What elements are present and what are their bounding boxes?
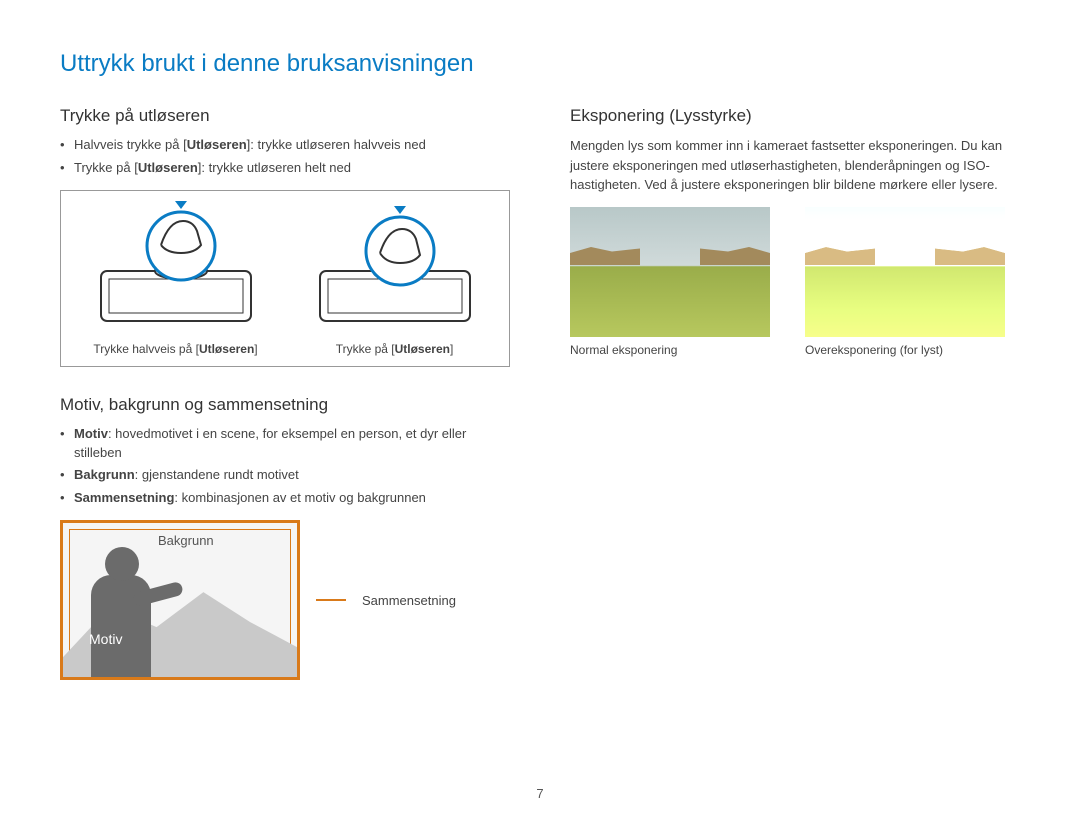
shutter-full-press-icon: [310, 201, 480, 331]
list-item: Bakgrunn: gjenstandene rundt motivet: [60, 466, 510, 485]
section-heading-shutter: Trykke på utløseren: [60, 106, 510, 126]
label-motiv: Motiv: [89, 631, 122, 647]
composition-diagram-row: Bakgrunn Motiv Sammensetning: [60, 520, 510, 680]
bold-term: Bakgrunn: [74, 467, 135, 482]
shutter-full-press-figure: Trykke på [Utløseren]: [290, 201, 499, 356]
section-heading-exposure: Eksponering (Lysstyrke): [570, 106, 1020, 126]
photo-normal-exposure: Normal eksponering: [570, 207, 785, 357]
bold-term: Utløseren: [187, 137, 247, 152]
list-item: Sammensetning: kombinasjonen av et motiv…: [60, 489, 510, 508]
text: ]: trykke utløseren halvveis ned: [247, 137, 426, 152]
shutter-half-press-icon: [91, 201, 261, 331]
shutter-half-caption: Trykke halvveis på [Utløseren]: [71, 342, 280, 356]
text: Trykke på [: [74, 160, 138, 175]
composition-bullet-list: Motiv: hovedmotivet i en scene, for ekse…: [60, 425, 510, 508]
text: Trykke på [: [336, 342, 395, 356]
page-number: 7: [0, 786, 1080, 801]
list-item: Halvveis trykke på [Utløseren]: trykke u…: [60, 136, 510, 155]
left-column: Trykke på utløseren Halvveis trykke på […: [60, 106, 510, 680]
photo-overexposure: Overeksponering (for lyst): [805, 207, 1020, 357]
callout-line: [316, 599, 346, 601]
text: : gjenstandene rundt motivet: [135, 467, 299, 482]
text: Halvveis trykke på [: [74, 137, 187, 152]
list-item: Motiv: hovedmotivet i en scene, for ekse…: [60, 425, 510, 463]
bold-term: Motiv: [74, 426, 108, 441]
composition-frame: Bakgrunn Motiv: [60, 520, 300, 680]
text: : kombinasjonen av et motiv og bakgrunne…: [174, 490, 426, 505]
text: : hovedmotivet i en scene, for eksempel …: [74, 426, 466, 460]
section-heading-composition: Motiv, bakgrunn og sammensetning: [60, 395, 510, 415]
photo-caption-normal: Normal eksponering: [570, 343, 785, 357]
two-column-layout: Trykke på utløseren Halvveis trykke på […: [60, 106, 1020, 680]
text: Trykke halvveis på [: [93, 342, 199, 356]
exposure-paragraph: Mengden lys som kommer inn i kameraet fa…: [570, 136, 1020, 195]
photo-caption-overexposed: Overeksponering (for lyst): [805, 343, 1020, 357]
shutter-bullet-list: Halvveis trykke på [Utløseren]: trykke u…: [60, 136, 510, 178]
label-bakgrunn: Bakgrunn: [158, 533, 214, 548]
text: ]: [450, 342, 453, 356]
bold-term: Utløseren: [138, 160, 198, 175]
shutter-full-caption: Trykke på [Utløseren]: [290, 342, 499, 356]
shutter-half-press-figure: Trykke halvveis på [Utløseren]: [71, 201, 280, 356]
label-sammensetning: Sammensetning: [362, 593, 456, 608]
exposure-photo-row: Normal eksponering Overeksponering (for …: [570, 207, 1020, 357]
bold-term: Utløseren: [199, 342, 254, 356]
bold-term: Utløseren: [395, 342, 450, 356]
right-column: Eksponering (Lysstyrke) Mengden lys som …: [570, 106, 1020, 680]
page-title: Uttrykk brukt i denne bruksanvisningen: [60, 50, 1020, 78]
person-silhouette: [83, 547, 163, 677]
shutter-diagram-box: Trykke halvveis på [Utløseren] Trykke på…: [60, 190, 510, 367]
list-item: Trykke på [Utløseren]: trykke utløseren …: [60, 159, 510, 178]
photo-image-normal: [570, 207, 770, 337]
bold-term: Sammensetning: [74, 490, 174, 505]
text: ]: [254, 342, 257, 356]
text: ]: trykke utløseren helt ned: [198, 160, 351, 175]
photo-image-overexposed: [805, 207, 1005, 337]
